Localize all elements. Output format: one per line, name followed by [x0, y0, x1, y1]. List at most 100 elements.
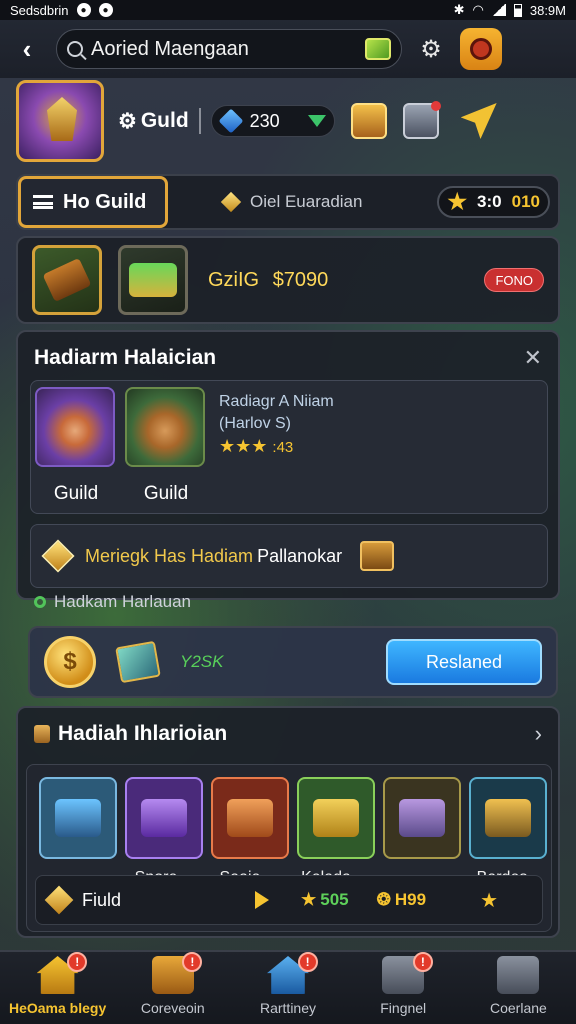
send-icon[interactable] — [460, 103, 497, 139]
status-time: 38:9M — [529, 2, 566, 18]
gem-count: 230 — [249, 110, 280, 131]
notification-badge: ! — [67, 952, 88, 972]
hero-info-subtitle: (Harlov S) — [219, 415, 292, 432]
section-subheading: Hadkam Harlauan — [34, 592, 191, 612]
nav-craft[interactable]: Coerlane — [461, 952, 576, 1024]
tab-guild[interactable]: Ho Guild — [18, 176, 168, 228]
chest-slot[interactable] — [383, 777, 461, 859]
guild-emblem-icon: ⚙ — [118, 109, 137, 133]
guild-label: Guld — [140, 109, 189, 132]
merge-text: Meriegk Has Hadiam — [85, 545, 254, 566]
lock-icon — [34, 725, 50, 743]
search-bar[interactable]: Aoried Maengaan — [56, 29, 402, 69]
shield-icon — [470, 38, 492, 60]
craft-icon — [497, 956, 540, 994]
hero-row: Guild Guild Radiagr A Niiam (Harlov S) ★… — [30, 380, 548, 514]
chest-slot[interactable] — [469, 777, 547, 859]
star-icon: ★ — [447, 189, 468, 214]
top-bar: ‹ Aoried Maengaan ⚙ — [0, 20, 576, 78]
nav-label: Coreveoin — [140, 1000, 205, 1016]
merge-target: Pallanokar — [257, 545, 343, 566]
reward-value: Y2SK — [180, 652, 224, 671]
forge-icon — [485, 799, 531, 837]
hero-info: Radiagr A Niiam (Harlov S) ★★★ :43 — [219, 391, 334, 459]
hero-info-title: Radiagr A Niiam — [219, 393, 334, 410]
hero-name: Guild — [143, 483, 189, 504]
menu-icon — [33, 195, 53, 209]
bottom-nav: ! HeOama blegy ! Coreveoin ! Rarttiney !… — [0, 950, 576, 1024]
chevron-right-icon[interactable]: › — [535, 721, 542, 747]
red-chest-icon — [227, 799, 273, 837]
notification-badge: ! — [297, 952, 318, 972]
chest-panel-header[interactable]: Hadiah Ihlarioian › — [18, 708, 558, 760]
purple-chest-icon — [141, 799, 187, 837]
search-input[interactable]: Aoried Maengaan — [91, 38, 357, 61]
score-secondary: 010 — [511, 192, 540, 211]
signal-icon — [491, 4, 506, 16]
gem-dropdown-icon[interactable] — [307, 115, 326, 127]
robot-icon[interactable] — [402, 101, 441, 139]
play-icon[interactable] — [255, 891, 270, 909]
settings-gear-icon[interactable]: ⚙ — [416, 34, 446, 64]
chest-stat-bar: Fiuld ★ 505 ❂ H99 ★ — [35, 875, 543, 925]
gold-panel: GziIG $7090 FONO — [16, 236, 560, 324]
subheading-text: Hadkam Harlauan — [54, 592, 192, 611]
nav-house[interactable]: ! Rarttiney — [230, 952, 345, 1024]
gem-chest-icon[interactable] — [365, 38, 391, 60]
heroes-panel-header: Hadiarm Halaician ✕ — [18, 332, 558, 384]
treasure-chest-icon[interactable] — [350, 103, 387, 139]
hero-rating: ★★★ :43 — [219, 436, 294, 456]
status-badge[interactable]: FONO — [484, 268, 544, 292]
chest-slot[interactable] — [211, 777, 289, 859]
green-chest-icon — [129, 263, 177, 297]
bluetooth-icon: ✱ — [453, 2, 465, 17]
guild-avatar[interactable] — [16, 80, 104, 162]
search-icon — [67, 41, 83, 57]
nav-forge[interactable]: ! Fingnel — [346, 952, 461, 1024]
chest-panel-title: Hadiah Ihlarioian — [58, 722, 228, 745]
hero-card[interactable]: Guild — [35, 387, 117, 505]
reward-panel: $ Y2SK Reslaned — [28, 626, 558, 698]
back-button[interactable]: ‹ — [12, 34, 42, 64]
merge-row[interactable]: Meriegk Has Hadiam Pallanokar — [30, 524, 548, 588]
chest-grid: Snore Saaje Kelada Bardes Fiuld ★505 ❂H9… — [26, 764, 552, 932]
gold-chest-icon — [313, 799, 359, 837]
notification-badge: ! — [412, 952, 433, 972]
tab-euaradian[interactable]: Oiel Euaradian — [220, 191, 362, 213]
item-slot-chest[interactable] — [118, 245, 188, 315]
hero-portrait — [125, 387, 205, 467]
tab-guild-label: Ho Guild — [63, 190, 147, 213]
gold-label: GziIG — [208, 268, 260, 291]
gem-icon — [218, 108, 244, 134]
nav-label: Coerlane — [490, 1000, 547, 1016]
score-value: 3:0 — [477, 192, 502, 211]
nav-home[interactable]: ! HeOama blegy — [0, 952, 115, 1024]
gold-summary: GziIG $7090 — [208, 269, 328, 292]
hero-card[interactable]: Guild — [125, 387, 207, 505]
shield-button[interactable] — [460, 28, 502, 70]
nav-label: Rarttiney — [259, 1000, 317, 1016]
hammer-icon — [42, 257, 92, 303]
item-slot-hammer[interactable] — [32, 245, 102, 315]
chest-slot[interactable] — [39, 777, 117, 859]
close-icon[interactable]: ✕ — [524, 345, 542, 371]
chest-slot[interactable] — [297, 777, 375, 859]
stat-value: ★ 505 — [301, 890, 349, 910]
claim-button[interactable]: Reslaned — [386, 639, 542, 685]
stat-value-text: 505 — [320, 890, 349, 909]
anvil-icon — [399, 799, 445, 837]
divider — [198, 108, 201, 134]
hero-portrait — [35, 387, 115, 467]
hero-rating-value: :43 — [272, 439, 294, 456]
gem-counter[interactable]: 230 — [210, 105, 335, 137]
score-pill[interactable]: ★ 3:0 010 — [437, 186, 550, 218]
flow-label: Fiuld — [82, 889, 122, 910]
star-icon: ★ — [480, 889, 499, 912]
nav-label: HeOama blegy — [8, 1000, 107, 1016]
guild-name: ⚙ Guld — [118, 109, 189, 134]
gold-amount: $7090 — [272, 268, 329, 291]
status-bar: Sedsdbrin ● ● ✱ ◠ 38:9M — [0, 0, 576, 20]
nav-chest[interactable]: ! Coreveoin — [115, 952, 230, 1024]
chest-slot[interactable] — [125, 777, 203, 859]
coin-stack-icon: ❂ — [376, 890, 391, 909]
